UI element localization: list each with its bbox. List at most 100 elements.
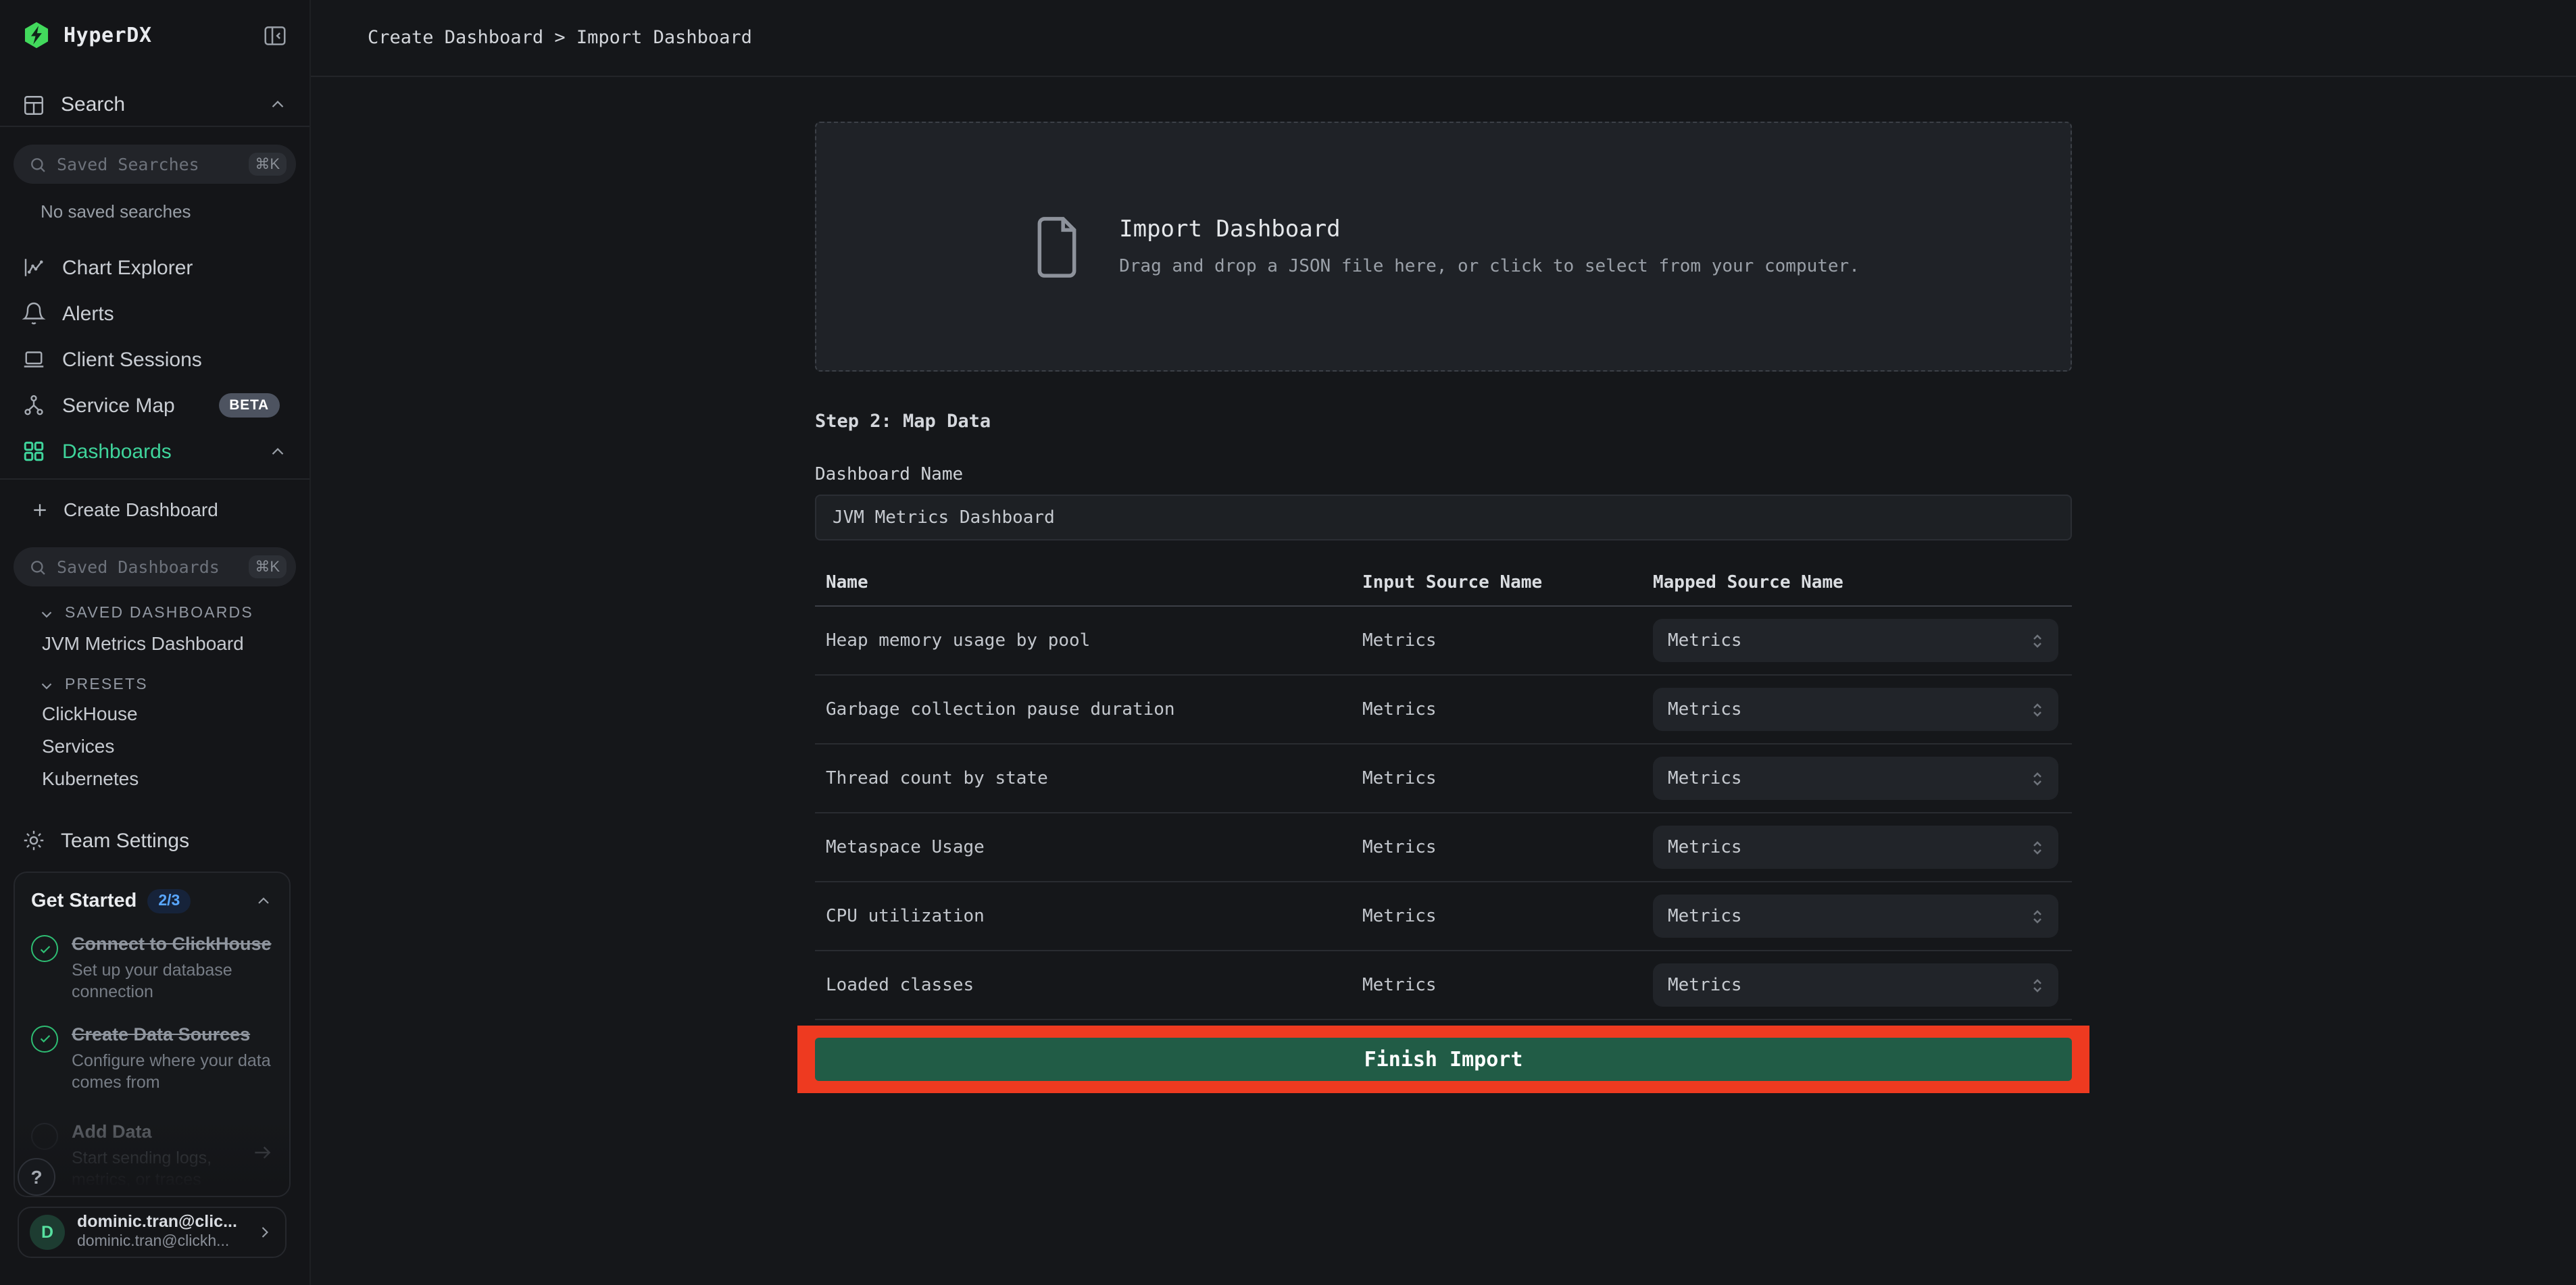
help-button[interactable]: ?: [18, 1158, 55, 1196]
sidebar-item-team-settings[interactable]: Team Settings: [0, 827, 309, 854]
table-header-row: Name Input Source Name Mapped Source Nam…: [815, 561, 2072, 607]
chevron-up-icon[interactable]: [268, 95, 288, 115]
nav-label: Dashboards: [62, 440, 172, 463]
laptop-icon: [22, 347, 46, 372]
sidebar-item-chart-explorer[interactable]: Chart Explorer: [0, 245, 309, 291]
section-title: PRESETS: [65, 677, 148, 693]
sidebar-item-client-sessions[interactable]: Client Sessions: [0, 336, 309, 382]
sidebar-item-service-map[interactable]: Service Map BETA: [0, 382, 309, 428]
selector-chevrons-icon: [2027, 975, 2048, 995]
plus-icon: [30, 499, 50, 520]
shortcut-badge: ⌘K: [248, 555, 287, 578]
check-circle-icon: [31, 935, 58, 962]
input-source-name: Metrics: [1362, 906, 1653, 926]
file-icon: [1027, 211, 1087, 282]
dashboard-name-label: Dashboard Name: [815, 465, 2072, 485]
selector-chevrons-icon: [2027, 768, 2048, 788]
section-presets[interactable]: PRESETS: [0, 673, 309, 697]
sidebar-item-search[interactable]: Search: [0, 84, 309, 127]
hyperdx-logo-icon: [22, 20, 51, 50]
input-source-name: Metrics: [1362, 699, 1653, 720]
mapped-source-select[interactable]: Metrics: [1653, 895, 2058, 938]
user-name: dominic.tran@clic...: [77, 1213, 243, 1234]
user-menu[interactable]: D dominic.tran@clic... dominic.tran@clic…: [18, 1207, 287, 1258]
mapped-source-select[interactable]: Metrics: [1653, 963, 2058, 1007]
dropzone-title: Import Dashboard: [1119, 216, 1860, 243]
saved-searches-input-wrap: ⌘K: [14, 145, 296, 184]
task-title: Create Data Sources: [72, 1024, 250, 1044]
dashboards-icon: [22, 439, 46, 463]
get-started-item-sources[interactable]: Create Data Sources Configure where your…: [15, 1003, 289, 1093]
selected-value: Metrics: [1668, 699, 2027, 720]
no-saved-searches-text: No saved searches: [41, 201, 309, 222]
column-header-input-source: Input Source Name: [1362, 573, 1653, 593]
column-header-name: Name: [815, 573, 1362, 593]
chevron-right-icon: [255, 1223, 274, 1242]
input-source-name: Metrics: [1362, 837, 1653, 857]
section-saved-dashboards[interactable]: SAVED DASHBOARDS: [0, 601, 309, 626]
nav-label: Service Map: [62, 394, 175, 417]
selected-value: Metrics: [1668, 630, 2027, 651]
mapped-source-select[interactable]: Metrics: [1653, 619, 2058, 662]
app-window: HyperDX Search: [0, 0, 2576, 1285]
sidebar-nav: Chart Explorer Alerts Client Sessions: [0, 245, 309, 474]
task-title: Connect to ClickHouse: [72, 934, 272, 954]
get-started-title: Get Started: [31, 890, 137, 912]
sidebar-item-jvm-metrics-dashboard[interactable]: JVM Metrics Dashboard: [0, 628, 309, 658]
saved-dashboards-input[interactable]: [57, 557, 239, 577]
collapse-sidebar-icon[interactable]: [262, 22, 288, 48]
saved-dashboards-input-wrap: ⌘K: [14, 547, 296, 586]
chart-name: Loaded classes: [815, 975, 1362, 995]
service-map-icon: [22, 393, 46, 418]
selected-value: Metrics: [1668, 906, 2027, 926]
main-area: Create Dashboard > Import Dashboard Impo…: [311, 0, 2576, 1285]
table-row: Thread count by state Metrics Metrics: [815, 745, 2072, 813]
selected-value: Metrics: [1668, 975, 2027, 995]
selected-value: Metrics: [1668, 768, 2027, 788]
mapped-source-select[interactable]: Metrics: [1653, 826, 2058, 869]
sidebar-item-dashboards[interactable]: Dashboards: [0, 428, 309, 474]
team-settings-label: Team Settings: [61, 829, 189, 852]
import-dashboard-content: Import Dashboard Drag and drop a JSON fi…: [815, 122, 2072, 1093]
selector-chevrons-icon: [2027, 699, 2048, 720]
gear-icon: [22, 828, 46, 853]
table-row: Garbage collection pause duration Metric…: [815, 676, 2072, 745]
sidebar: HyperDX Search: [0, 0, 311, 1285]
chart-name: Metaspace Usage: [815, 837, 1362, 857]
avatar: D: [30, 1215, 65, 1250]
get-started-header[interactable]: Get Started 2/3: [15, 873, 289, 913]
mapped-source-select[interactable]: Metrics: [1653, 688, 2058, 731]
step-heading: Step 2: Map Data: [815, 411, 2072, 432]
brand-name: HyperDX: [64, 23, 250, 47]
table-row: Metaspace Usage Metrics Metrics: [815, 813, 2072, 882]
nav-label: Chart Explorer: [62, 256, 193, 279]
search-section-label: Search: [61, 93, 253, 116]
sidebar-item-services[interactable]: Services: [0, 730, 309, 762]
selector-chevrons-icon: [2027, 630, 2048, 651]
chevron-down-icon: [38, 605, 55, 622]
selector-chevrons-icon: [2027, 906, 2048, 926]
get-started-panel: Get Started 2/3 Connect to ClickHouse Se…: [14, 872, 291, 1197]
chevron-up-icon[interactable]: [254, 892, 273, 911]
dashboard-name-input[interactable]: [815, 495, 2072, 540]
sidebar-item-clickhouse[interactable]: ClickHouse: [0, 697, 309, 730]
topbar: Create Dashboard > Import Dashboard: [311, 0, 2576, 77]
table-row: Loaded classes Metrics Metrics: [815, 951, 2072, 1020]
beta-badge: BETA: [218, 393, 280, 418]
bell-icon: [22, 301, 46, 326]
user-email: dominic.tran@clickh...: [77, 1234, 243, 1253]
search-icon: [28, 155, 47, 174]
finish-import-button[interactable]: Finish Import: [815, 1038, 2072, 1081]
json-dropzone[interactable]: Import Dashboard Drag and drop a JSON fi…: [815, 122, 2072, 372]
search-section-icon: [22, 93, 46, 117]
chevron-down-icon: [38, 676, 55, 694]
sidebar-item-alerts[interactable]: Alerts: [0, 291, 309, 336]
get-started-item-connect[interactable]: Connect to ClickHouse Set up your databa…: [15, 913, 289, 1003]
saved-searches-input[interactable]: [57, 154, 239, 174]
sidebar-item-kubernetes[interactable]: Kubernetes: [0, 762, 309, 795]
create-dashboard-button[interactable]: Create Dashboard: [0, 489, 309, 530]
chevron-up-icon[interactable]: [268, 441, 288, 461]
progress-badge: 2/3: [147, 889, 191, 913]
mapped-source-select[interactable]: Metrics: [1653, 757, 2058, 800]
chart-explorer-icon: [22, 255, 46, 280]
